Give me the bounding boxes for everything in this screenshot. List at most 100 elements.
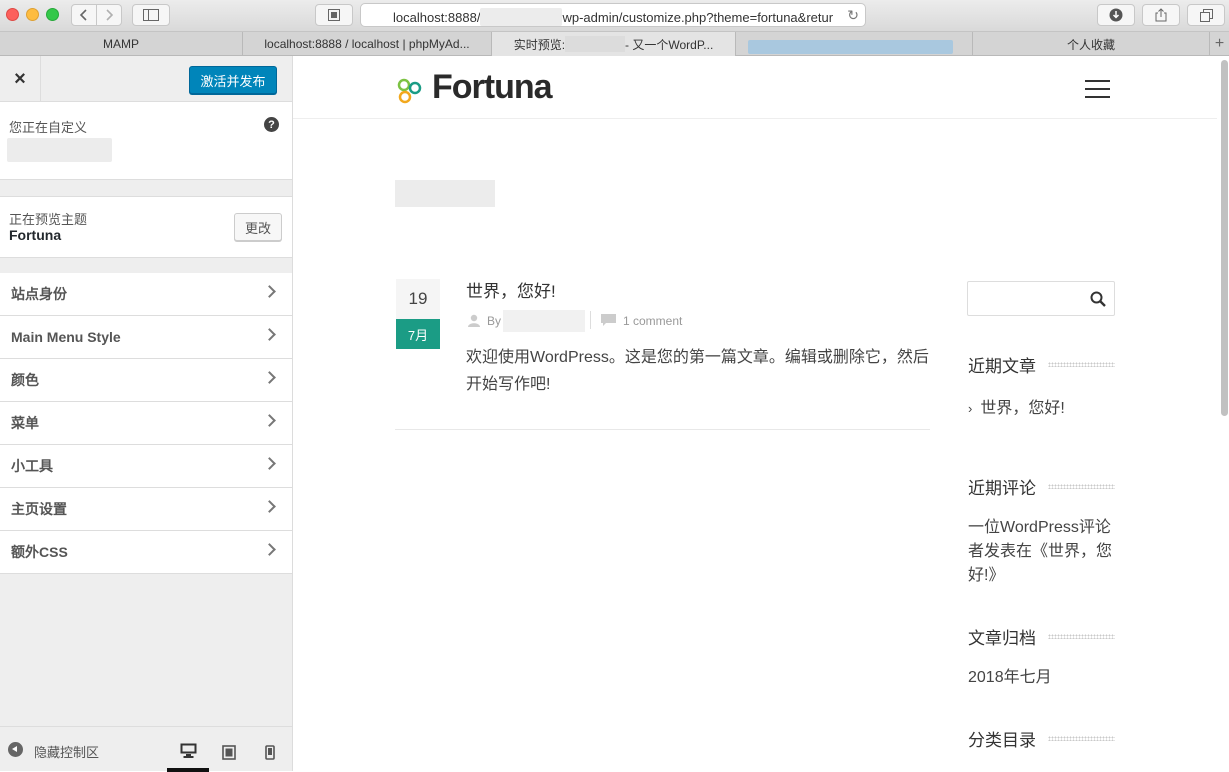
- chevron-left-icon: [79, 9, 87, 21]
- chevron-right-icon: [106, 9, 114, 21]
- post-month: 7月: [396, 319, 440, 349]
- previewing-theme-label: 正在预览主题: [9, 212, 88, 227]
- site-preview: Fortuna 19 7月 世界，您好! By 1 comment 欢迎使用Wo…: [293, 56, 1229, 771]
- recent-post-item[interactable]: › 世界，您好!: [968, 397, 1065, 421]
- back-button[interactable]: [71, 4, 97, 26]
- post-day: 19: [396, 279, 440, 319]
- chevron-right-icon: [263, 414, 276, 427]
- close-customizer-button[interactable]: ×: [0, 56, 41, 102]
- plus-icon: +: [1214, 35, 1225, 52]
- chevron-right-icon: [263, 457, 276, 470]
- tab-favorites[interactable]: 个人收藏: [973, 32, 1210, 56]
- section-homepage-settings[interactable]: 主页设置: [0, 488, 292, 531]
- show-sidebar-button[interactable]: [132, 4, 170, 26]
- download-icon: [1109, 8, 1123, 22]
- change-theme-button[interactable]: 更改: [234, 213, 282, 241]
- customizer-footer: 隐藏控制区: [0, 726, 292, 772]
- page-title-redacted: [395, 180, 495, 207]
- archive-item-link[interactable]: 2018年七月: [968, 666, 1052, 690]
- close-window-button[interactable]: [6, 8, 19, 21]
- url-prefix: localhost:8888/: [393, 10, 481, 25]
- theme-preview-panel: 正在预览主题 Fortuna 更改: [0, 196, 292, 258]
- chevron-right-icon: [263, 371, 276, 384]
- recent-post-link[interactable]: 世界，您好!: [980, 400, 1064, 417]
- tab-label-prefix: 实时预览:: [513, 37, 566, 52]
- widget-title-recent-posts: 近期文章: [968, 357, 1036, 376]
- customizer-info-panel: 您正在自定义 ?: [0, 102, 292, 180]
- tab-phpmyadmin[interactable]: localhost:8888 / localhost | phpMyAd...: [243, 32, 492, 56]
- theme-name: Fortuna: [9, 227, 62, 243]
- post-date-badge: 19 7月: [396, 279, 440, 349]
- browser-titlebar: localhost:8888/wp-admin/customize.php?th…: [0, 0, 1229, 32]
- widget-title-dots: [1048, 362, 1115, 367]
- collapse-icon[interactable]: [8, 742, 23, 757]
- share-button[interactable]: [1142, 4, 1180, 26]
- customizer-sections: 站点身份 Main Menu Style 颜色 菜单 小工具 主页设置 额外CS…: [0, 273, 292, 574]
- tablet-icon: [222, 745, 236, 760]
- sidebar-icon: [143, 9, 159, 21]
- widget-title-dots: [1048, 736, 1115, 741]
- tab-live-preview[interactable]: 实时预览: - 又一个WordP...: [492, 32, 736, 56]
- desktop-icon: [180, 743, 196, 758]
- post-author-prefix: By: [487, 314, 502, 328]
- section-label: 额外CSS: [11, 544, 68, 560]
- url-suffix: wp-admin/customize.php?theme=fortuna&ret…: [562, 10, 833, 25]
- tab-redacted-blur: [748, 40, 953, 54]
- preview-scrollbar[interactable]: [1221, 60, 1228, 416]
- url-redacted: [480, 8, 563, 26]
- recent-comment-item[interactable]: 一位WordPress评论者发表在《世界，您好!》: [968, 516, 1118, 588]
- reload-icon[interactable]: ↻: [847, 7, 859, 24]
- hamburger-line: [1085, 88, 1110, 90]
- section-label: 主页设置: [11, 501, 67, 517]
- comment-icon: [601, 314, 616, 326]
- tab-label: 个人收藏: [1066, 37, 1115, 52]
- section-main-menu-style[interactable]: Main Menu Style: [0, 316, 292, 359]
- new-tab-button[interactable]: +: [1210, 32, 1229, 56]
- section-site-identity[interactable]: 站点身份: [0, 273, 292, 316]
- show-all-tabs-button[interactable]: [1187, 4, 1225, 26]
- chevron-right-icon: [263, 328, 276, 341]
- section-additional-css[interactable]: 额外CSS: [0, 531, 292, 574]
- downloads-button[interactable]: [1097, 4, 1135, 26]
- section-label: 站点身份: [11, 286, 67, 302]
- tab-bar: MAMP localhost:8888 / localhost | phpMyA…: [0, 32, 1229, 56]
- chevron-right-icon: [263, 500, 276, 513]
- minimize-window-button[interactable]: [26, 8, 39, 21]
- post-title-link[interactable]: 世界，您好!: [466, 277, 556, 302]
- preview-tablet-button[interactable]: [208, 733, 250, 772]
- hide-controls-button[interactable]: 隐藏控制区: [34, 742, 99, 761]
- section-widgets[interactable]: 小工具: [0, 445, 292, 488]
- post-divider: [395, 429, 930, 430]
- widget-title-dots: [1048, 484, 1115, 489]
- site-logo-text[interactable]: Fortuna: [432, 68, 553, 107]
- section-colors[interactable]: 颜色: [0, 359, 292, 402]
- chevron-right-icon: [263, 543, 276, 556]
- address-bar[interactable]: localhost:8888/wp-admin/customize.php?th…: [360, 3, 866, 27]
- tabs-overview-icon: [1199, 8, 1213, 22]
- meta-divider: [590, 311, 591, 329]
- section-menus[interactable]: 菜单: [0, 402, 292, 445]
- forward-button[interactable]: [96, 4, 122, 26]
- search-icon[interactable]: [1090, 291, 1106, 307]
- section-label: 菜单: [11, 415, 39, 431]
- widget-title-categories: 分类目录: [968, 731, 1036, 750]
- zoom-window-button[interactable]: [46, 8, 59, 21]
- user-icon: [468, 314, 480, 327]
- post-comments-link[interactable]: 1 comment: [623, 314, 682, 328]
- close-icon: ×: [14, 67, 26, 90]
- customizer-sidebar: × 激活并发布 您正在自定义 ? 正在预览主题 Fortuna 更改 站点身份 …: [0, 56, 293, 772]
- preview-mobile-button[interactable]: [249, 733, 291, 772]
- preview-desktop-button[interactable]: [167, 733, 209, 772]
- mobile-icon: [265, 745, 275, 760]
- help-icon[interactable]: ?: [264, 117, 279, 132]
- menu-toggle-button[interactable]: [1085, 80, 1110, 98]
- tab-label-suffix: - 又一个WordP...: [625, 37, 714, 52]
- activate-publish-button[interactable]: 激活并发布: [189, 66, 277, 94]
- fortuna-logo-icon[interactable]: [396, 78, 422, 104]
- bullet-chevron-icon: ›: [968, 401, 973, 416]
- search-input[interactable]: [967, 281, 1115, 316]
- site-header: Fortuna: [293, 56, 1217, 119]
- section-label: 颜色: [11, 372, 39, 388]
- tab-mamp[interactable]: MAMP: [0, 32, 243, 56]
- reader-button[interactable]: [315, 4, 353, 26]
